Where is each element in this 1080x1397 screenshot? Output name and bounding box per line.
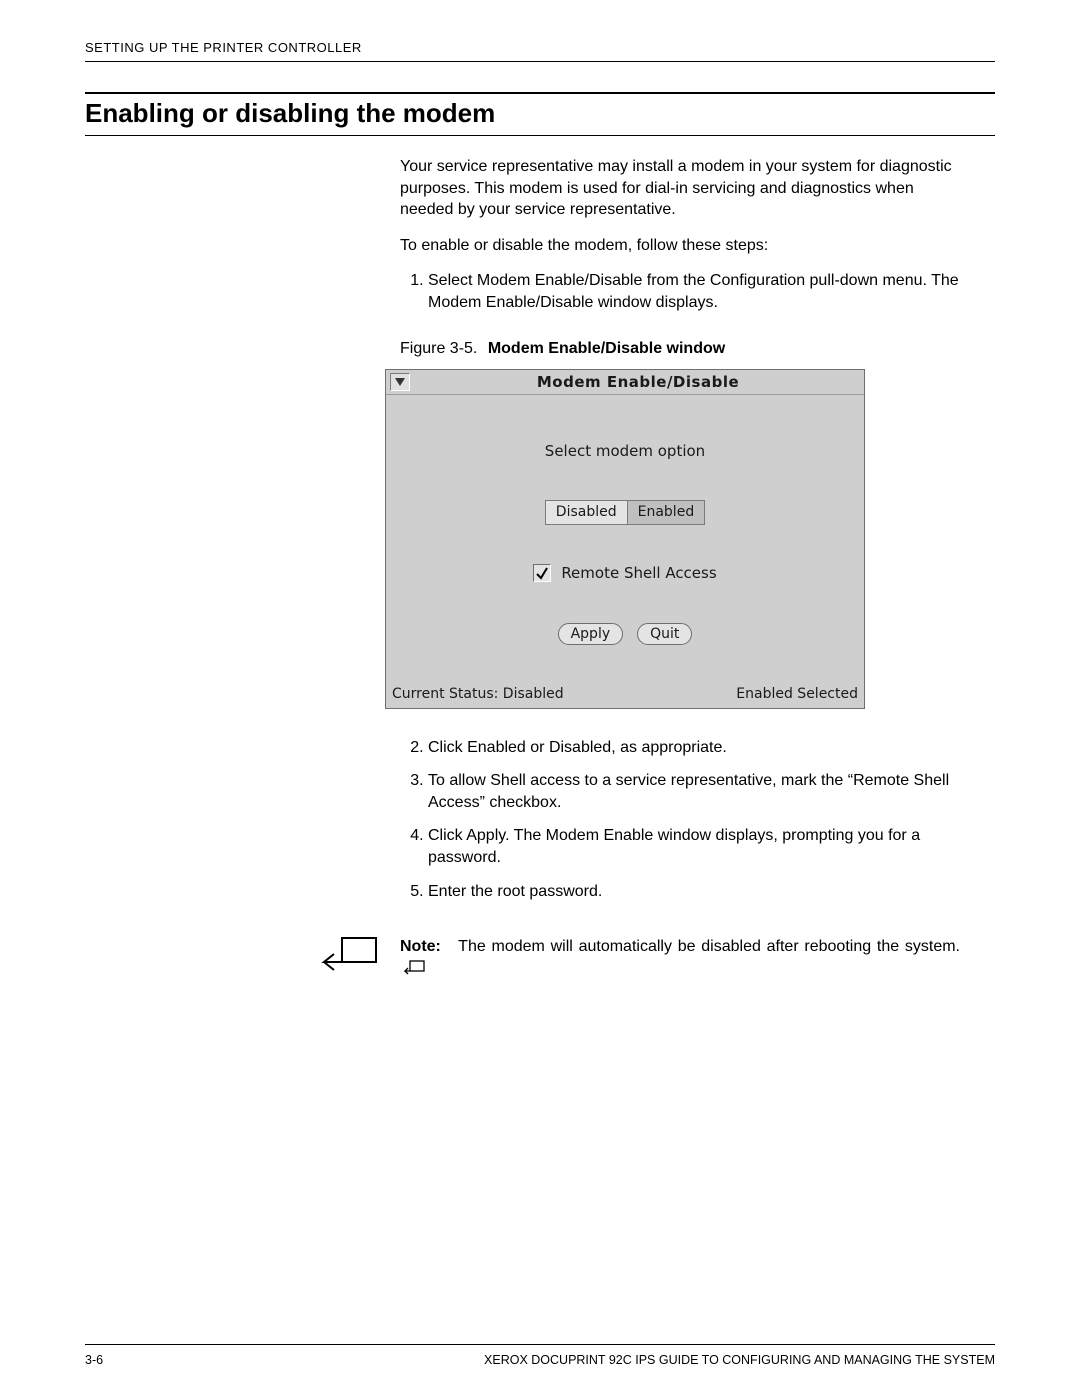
remote-shell-checkbox[interactable] [533, 564, 551, 582]
figure-caption: Figure 3-5. Modem Enable/Disable window [400, 338, 960, 360]
quit-button[interactable]: Quit [637, 623, 692, 645]
running-head: SETTING UP THE PRINTER CONTROLLER [85, 40, 995, 62]
step-5: Enter the root password. [428, 881, 960, 903]
footer-page-number: 3-6 [85, 1353, 103, 1367]
step-4: Click Apply. The Modem Enable window dis… [428, 825, 960, 868]
footer-book-title: XEROX DOCUPRINT 92C IPS GUIDE TO CONFIGU… [484, 1353, 995, 1367]
section-title: Enabling or disabling the modem [85, 94, 995, 136]
note-lead: Note: [400, 938, 441, 955]
chevron-down-icon [395, 378, 405, 386]
intro-paragraph-1: Your service representative may install … [400, 156, 960, 221]
figure-label: Figure 3-5. [400, 340, 477, 357]
step-3: To allow Shell access to a service repre… [428, 770, 960, 813]
note-icon [320, 934, 380, 974]
option-disabled-button[interactable]: Disabled [546, 501, 628, 524]
check-icon [535, 566, 549, 580]
figure-dialog: Modem Enable/Disable Select modem option… [385, 369, 865, 709]
note-body: The modem will automatically be disabled… [458, 938, 960, 955]
dialog-title: Modem Enable/Disable [416, 372, 860, 392]
end-of-note-icon [404, 959, 426, 982]
intro-paragraph-2: To enable or disable the modem, follow t… [400, 235, 960, 257]
apply-button[interactable]: Apply [558, 623, 624, 645]
window-menu-button[interactable] [390, 373, 410, 391]
dialog-status-left: Current Status: Disabled [392, 685, 564, 704]
dialog-prompt: Select modem option [396, 441, 854, 461]
dialog-status-right: Enabled Selected [736, 685, 858, 704]
step-1: Select Modem Enable/Disable from the Con… [428, 270, 960, 313]
remote-shell-label: Remote Shell Access [561, 563, 716, 583]
modem-option-segment: Disabled Enabled [545, 500, 705, 525]
note-text: Note: The modem will automatically be di… [400, 936, 960, 981]
figure-title: Modem Enable/Disable window [488, 340, 725, 357]
step-2: Click Enabled or Disabled, as appropriat… [428, 737, 960, 759]
footer-rule [85, 1344, 995, 1345]
dialog-titlebar: Modem Enable/Disable [386, 370, 864, 395]
option-enabled-button[interactable]: Enabled [628, 501, 705, 524]
